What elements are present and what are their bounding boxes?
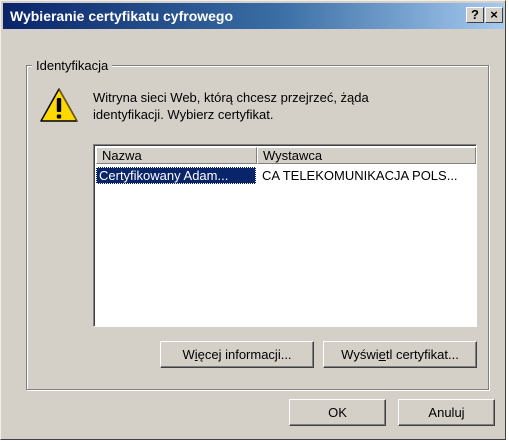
ok-button[interactable]: OK: [289, 399, 386, 426]
view-certificate-button[interactable]: Wyświetl certyfikat...: [323, 341, 477, 368]
message-line-1: Witryna sieci Web, którą chcesz przejrze…: [93, 90, 369, 105]
more-info-button[interactable]: Więcej informacji...: [160, 341, 314, 368]
warning-triangle-icon: [40, 88, 78, 122]
view-cert-accelerator: e: [378, 347, 386, 362]
certificate-list[interactable]: Nazwa Wystawca Certyfikowany Adam... CA …: [93, 144, 477, 327]
certificate-name-cell[interactable]: Certyfikowany Adam...: [96, 167, 256, 184]
certificate-row[interactable]: Certyfikowany Adam... CA TELEKOMUNIKACJA…: [96, 167, 474, 184]
help-button[interactable]: ?: [466, 7, 484, 23]
title-bar[interactable]: Wybieranie certyfikatu cyfrowego ? ×: [3, 3, 504, 29]
close-button[interactable]: ×: [485, 7, 503, 23]
view-cert-label-a: Wyświ: [341, 347, 379, 362]
cancel-button[interactable]: Anuluj: [398, 399, 495, 426]
more-info-label-a: W: [182, 347, 195, 362]
identification-message: Witryna sieci Web, którą chcesz przejrze…: [93, 89, 453, 123]
column-header-issuer[interactable]: Wystawca: [257, 147, 476, 164]
column-header-name[interactable]: Nazwa: [96, 147, 257, 164]
window-title: Wybieranie certyfikatu cyfrowego: [10, 8, 234, 24]
certificate-selection-dialog: Wybieranie certyfikatu cyfrowego ? × Ide…: [0, 0, 506, 440]
view-cert-label-b: tl certyfikat...: [385, 347, 459, 362]
certificate-issuer-cell[interactable]: CA TELEKOMUNIKACJA POLS...: [262, 167, 474, 184]
more-info-label-b: ęcej informacji...: [197, 347, 292, 362]
help-icon: ?: [471, 7, 479, 22]
groupbox-label: Identyfikacja: [32, 58, 113, 73]
close-icon: ×: [490, 7, 498, 22]
message-line-2: identyfikacji. Wybierz certyfikat.: [93, 107, 274, 122]
